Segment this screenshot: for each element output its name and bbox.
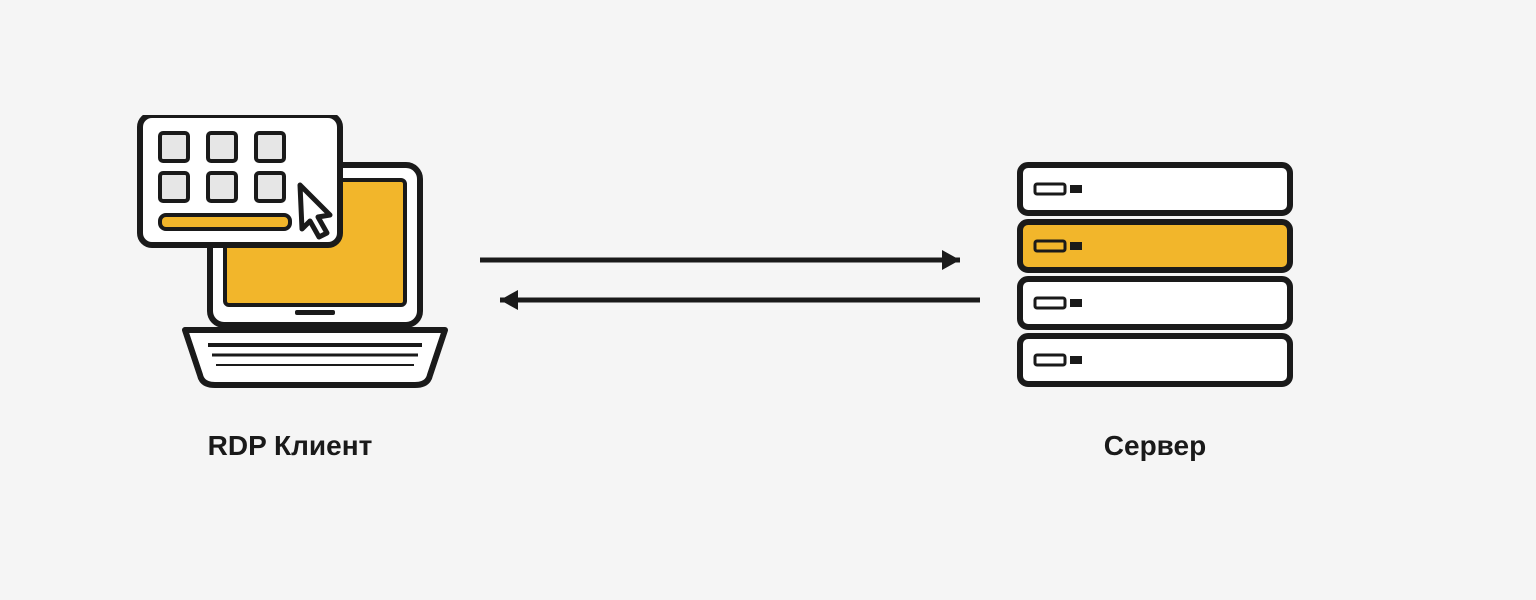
server-unit-icon [1020,165,1290,213]
diagram-canvas: RDP Клиент Сервер [0,0,1536,600]
arrow-left-icon [500,290,980,310]
server-unit-icon [1020,279,1290,327]
server-unit-icon [1020,336,1290,384]
client-label: RDP Клиент [130,430,450,462]
arrow-right-icon [480,250,960,270]
client-icon [130,115,450,415]
server-icon [1015,160,1295,390]
server-label: Сервер [1015,430,1295,462]
arrows-icon [470,240,990,330]
server-unit-highlighted-icon [1020,222,1290,270]
